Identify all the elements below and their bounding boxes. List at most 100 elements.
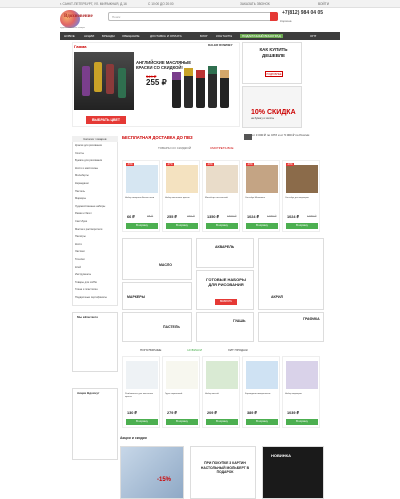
product-card[interactable]: -20% Скетчбук для маркеров 1280 ₽ 1024 ₽ В к… — [282, 160, 320, 232]
nav-item[interactable]: АКЦИИ — [84, 34, 94, 38]
product-image[interactable] — [246, 165, 278, 193]
phone-number[interactable]: +7(812) 984 04 05 — [282, 10, 323, 16]
product-image[interactable] — [126, 361, 158, 389]
sidebar-item[interactable]: Мольберты — [75, 174, 89, 177]
sidebar-item[interactable]: Ластики — [75, 250, 85, 253]
product-image[interactable] — [166, 361, 198, 389]
product-card[interactable]: Набор кистей 209 ₽ В корзину — [202, 356, 240, 428]
nav-item[interactable]: ОПТ — [310, 34, 316, 38]
category-akril[interactable]: АКРИЛ — [258, 238, 324, 310]
product-image[interactable] — [206, 165, 238, 193]
sidebar-item[interactable]: Краски для рисования — [75, 144, 102, 147]
see-all-link[interactable]: СМОТРЕТЬ ВСЕ — [210, 146, 234, 150]
product-name[interactable]: Грунт акриловый — [165, 393, 199, 396]
sidebar-item[interactable]: Пастель — [75, 190, 85, 193]
vk-widget[interactable]: Мы вКонтакте — [72, 312, 118, 372]
product-image[interactable] — [126, 165, 158, 193]
add-to-cart-button[interactable]: В корзину — [126, 419, 158, 425]
add-to-cart-button[interactable]: В корзину — [286, 223, 318, 229]
nav-item[interactable]: ОБЕЩАНИЕ — [122, 34, 139, 38]
nav-item[interactable]: ДОСТАВКА И ОПЛАТА — [150, 34, 182, 38]
nav-item[interactable]: КОНТАКТЫ — [216, 34, 232, 38]
choose-color-button[interactable]: ВЫБРАТЬ ЦВЕТ — [86, 116, 126, 124]
product-card[interactable]: -20% Мольберт настольный 1690 ₽ 1350 ₽ В кор… — [202, 160, 240, 232]
promo-card[interactable]: -15% — [120, 446, 184, 499]
product-card[interactable]: -27% Набор масляных красок 349 ₽ 255 ₽ В кор… — [162, 160, 200, 232]
add-to-cart-button[interactable]: В корзину — [286, 419, 318, 425]
promo-discount[interactable]: 10% СКИДКА на бумагу и холсты — [242, 86, 302, 128]
sidebar-item[interactable]: Товары для хобби — [75, 281, 97, 284]
search-input[interactable]: Поиск — [108, 12, 278, 21]
category-maslo[interactable]: МАСЛО — [122, 238, 192, 280]
add-to-cart-button[interactable]: В корзину — [206, 419, 238, 425]
sidebar-item[interactable]: Глина и пластилин — [75, 288, 98, 291]
product-image[interactable] — [286, 361, 318, 389]
sidebar-item[interactable]: Холсты — [75, 152, 84, 155]
sidebar-item[interactable]: Художественные наборы — [75, 205, 105, 208]
choose-set-button[interactable]: ВЫБРАТЬ — [215, 299, 237, 305]
product-name[interactable]: Карандаши акварельные — [245, 393, 279, 396]
product-name[interactable]: Набор акварели Белые ночи — [125, 197, 159, 200]
add-to-cart-button[interactable]: В корзину — [246, 419, 278, 425]
product-name[interactable]: Набор масляных красок — [165, 197, 199, 200]
logo[interactable] — [60, 10, 80, 28]
sidebar-item[interactable]: Подарочные сертификаты — [75, 296, 107, 299]
category-label: ГУАШЬ — [233, 319, 246, 323]
product-name[interactable]: Мольберт настольный — [205, 197, 239, 200]
promo-card[interactable]: НОВИНКА — [262, 446, 324, 499]
product-name[interactable]: Набор кистей — [205, 393, 239, 396]
product-card[interactable]: Грунт акриловый 279 ₽ В корзину — [162, 356, 200, 428]
category-grafika[interactable]: ГРАФИКА — [258, 312, 324, 342]
add-to-cart-button[interactable]: В корзину — [166, 223, 198, 229]
sidebar-item[interactable]: Палитры — [75, 235, 86, 238]
product-image[interactable] — [246, 361, 278, 389]
sidebar-item[interactable]: Карандаши — [75, 182, 89, 185]
sidebar-item[interactable]: Кисти и мастихины — [75, 167, 98, 170]
sidebar-item[interactable]: Кисти — [75, 243, 82, 246]
search-button[interactable] — [270, 12, 278, 21]
sidebar-item[interactable]: Скетчбуки — [75, 220, 87, 223]
product-card[interactable]: Разбавитель для масляных красок 130 ₽ В ко… — [122, 356, 160, 428]
nav-item[interactable]: НОВОЕ — [64, 34, 75, 38]
category-acvarel[interactable]: АКВАРЕЛЬ — [196, 238, 254, 268]
product-image[interactable] — [166, 165, 198, 193]
product-card[interactable]: Набор маркеров 1039 ₽ В корзину — [282, 356, 320, 428]
nav-item[interactable]: БРЕНДЫ — [102, 34, 115, 38]
nav-item[interactable]: БЛОГ — [200, 34, 208, 38]
add-to-cart-button[interactable]: В корзину — [166, 419, 198, 425]
promo-how-to-buy[interactable]: КАК КУПИТЬ ДЕШЕВЛЕ ПОДРОБНЕЕ — [242, 42, 302, 84]
add-to-cart-button[interactable]: В корзину — [246, 223, 278, 229]
add-to-cart-button[interactable]: В корзину — [206, 223, 238, 229]
category-guash[interactable]: ГУАШЬ — [196, 312, 254, 342]
sidebar-item[interactable]: Клей — [75, 266, 81, 269]
product-image[interactable] — [286, 165, 318, 193]
product-card[interactable]: -33% Набор акварели Белые ночи 98 ₽ 66 ₽ В к… — [122, 160, 160, 232]
sidebar-item[interactable]: Маркеры — [75, 197, 86, 200]
callback-link[interactable]: ЗАКАЗАТЬ ЗВОНОК — [240, 2, 270, 6]
more-button[interactable]: ПОДРОБНЕЕ — [265, 71, 283, 77]
tab-new[interactable]: НОВИНКИ — [187, 348, 202, 352]
sidebar-item[interactable]: Инструменты — [75, 273, 91, 276]
sidebar-item[interactable]: Точилки — [75, 258, 85, 261]
category-pastel[interactable]: ПАСТЕЛЬ — [122, 312, 192, 342]
product-name[interactable]: Скетчбук для маркеров — [285, 197, 319, 200]
product-image[interactable] — [206, 361, 238, 389]
add-to-cart-button[interactable]: В корзину — [126, 223, 158, 229]
category-nabory[interactable]: ГОТОВЫЕ НАБОРЫ ДЛЯ РИСОВАНИЯ ВЫБРАТЬ — [196, 270, 254, 310]
tab-popular[interactable]: ПОПУЛЯРНЫЕ — [140, 348, 161, 352]
sidebar-item[interactable]: Бумага для рисования — [75, 159, 102, 162]
category-markery[interactable]: МАРКЕРЫ — [122, 282, 192, 310]
cart-link[interactable]: Корзина — [280, 19, 291, 23]
logo-subtitle: художественные товары — [60, 27, 85, 29]
sidebar-item[interactable]: Масла и растворители — [75, 228, 102, 231]
promo-card[interactable]: ПРИ ПОКУПКЕ 3 КАРТИН НАСТОЛЬНЫЙ МОЛЬБЕРТ… — [190, 446, 256, 499]
product-card[interactable]: -20% Скетчбук Малевичъ 1280 ₽ 1024 ₽ В корзи… — [242, 160, 280, 232]
product-name[interactable]: Набор маркеров — [285, 393, 319, 396]
product-name[interactable]: Разбавитель для масляных красок — [125, 393, 159, 399]
tab-hits[interactable]: ХИТ ПРОДАЖ — [228, 348, 248, 352]
product-name[interactable]: Скетчбук Малевичъ — [245, 197, 279, 200]
product-card[interactable]: Карандаши акварельные 389 ₽ В корзину — [242, 356, 280, 428]
sidebar-item[interactable]: Рамки и багет — [75, 212, 92, 215]
nav-item[interactable]: ПОДАРОЧНЫЙ ВИНОГРАД — [240, 34, 283, 38]
login-link[interactable]: ВОЙТИ — [318, 2, 329, 6]
